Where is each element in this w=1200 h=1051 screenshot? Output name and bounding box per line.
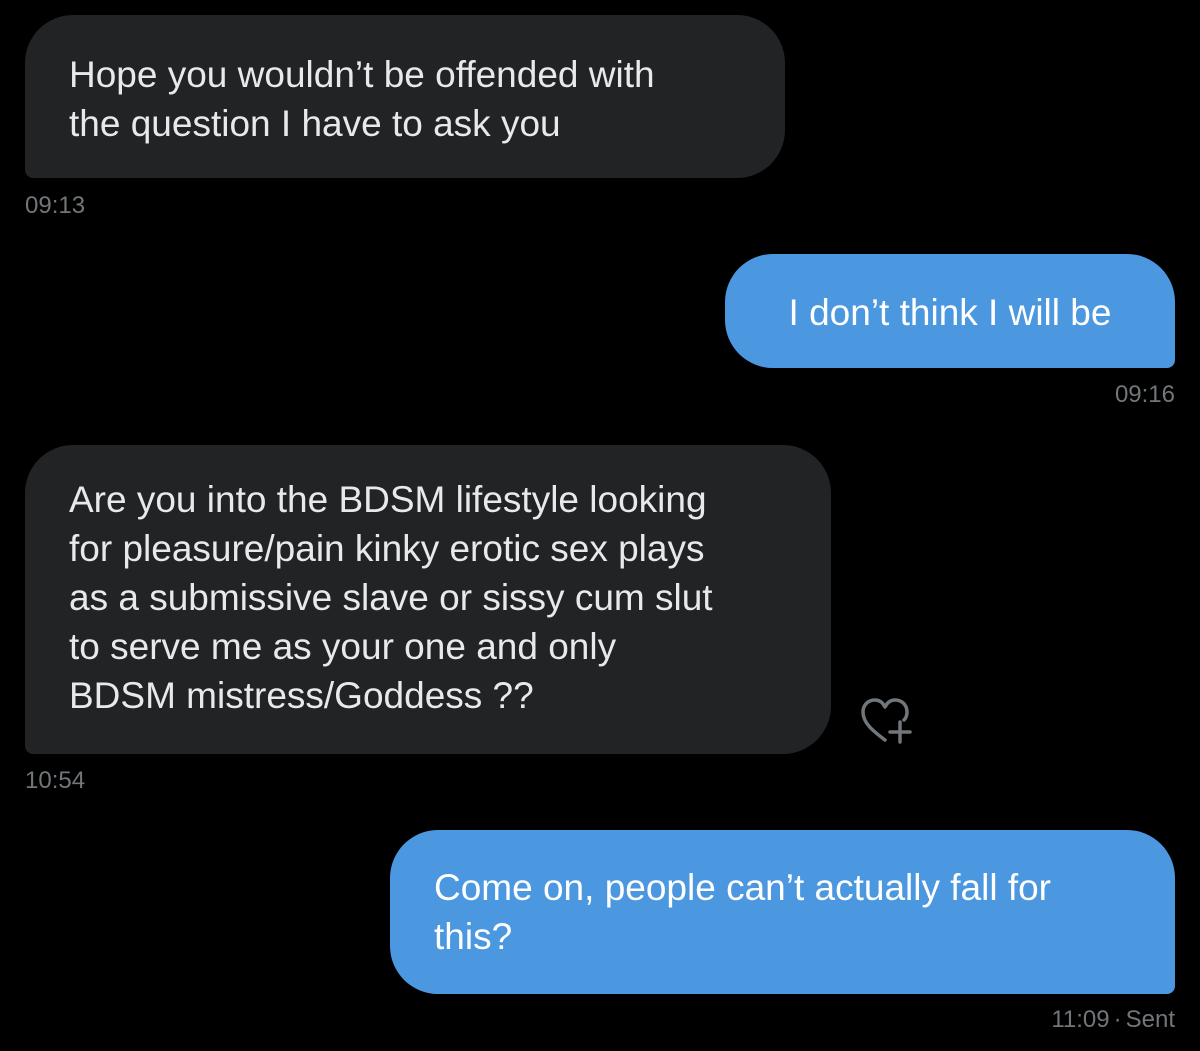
message-timestamp: 11:09 [1051,1006,1110,1033]
status-separator: · [1113,1006,1122,1033]
message-timestamp: 09:13 [25,192,86,219]
delivery-status: Sent [1125,1006,1175,1033]
add-reaction-button[interactable] [855,692,919,752]
message-bubble-received[interactable]: Hope you wouldn’t be offended with the q… [25,15,785,178]
message-timestamp: 09:16 [1114,381,1175,408]
message-bubble-received[interactable]: Are you into the BDSM lifestyle looking … [25,445,831,754]
message-timestamp: 10:54 [25,767,86,794]
heart-plus-icon [861,698,912,744]
message-bubble-sent[interactable]: I don’t think I will be [725,254,1175,368]
message-bubble-sent[interactable]: Come on, people can’t actually fall for … [390,830,1175,994]
message-status-line: 11:09 · Sent [1051,1006,1175,1034]
